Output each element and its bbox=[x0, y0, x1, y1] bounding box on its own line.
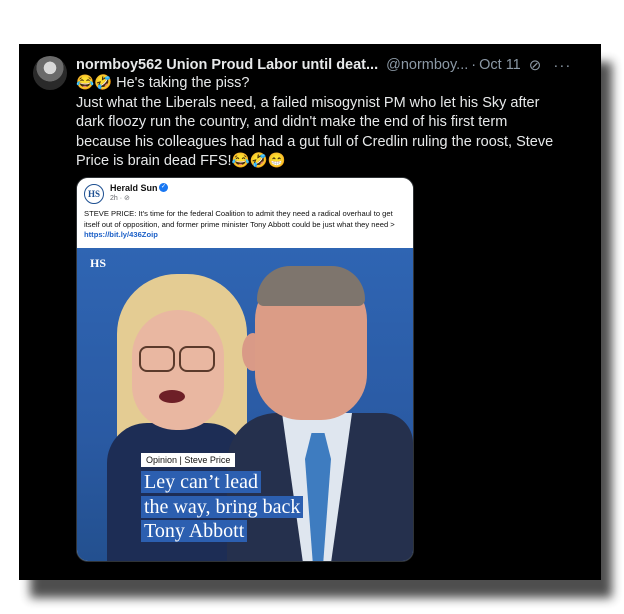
handle[interactable]: @normboy... bbox=[386, 57, 468, 73]
tweet-line: Just what the Liberals need, a failed mi… bbox=[76, 94, 540, 111]
headline-line: the way, bring back bbox=[141, 495, 304, 518]
headline-line: Ley can’t lead bbox=[141, 471, 262, 493]
separator: · bbox=[471, 57, 477, 73]
verified-icon: ✓ bbox=[159, 183, 168, 192]
avatar[interactable] bbox=[33, 56, 67, 90]
post-meta: 2h · ⊘ bbox=[110, 195, 130, 202]
article-photo: HS Opinion | Steve Price Ley can’t lead … bbox=[77, 248, 413, 561]
grok-icon[interactable]: ⊘ bbox=[529, 56, 542, 74]
opinion-tag: Opinion | Steve Price bbox=[141, 453, 236, 467]
embedded-post-text: STEVE PRICE: It's time for the federal C… bbox=[84, 209, 406, 241]
herald-sun-logo: HS bbox=[84, 184, 104, 204]
post-date[interactable]: Oct 11 bbox=[479, 57, 521, 73]
tweet-line: because his colleagues had had a gut ful… bbox=[76, 133, 554, 150]
tweet[interactable]: normboy562 Union Proud Labor until deat.… bbox=[19, 44, 601, 580]
headline-line: Tony Abbott bbox=[141, 520, 248, 542]
glasses-right bbox=[179, 346, 215, 372]
headline: Ley can’t lead the way, bring back Tony … bbox=[141, 470, 391, 544]
tweet-line: Price is brain dead FFS!😂🤣😁 bbox=[76, 153, 286, 169]
tweet-text: 😂🤣 He's taking the piss? Just what the L… bbox=[76, 74, 588, 172]
post-link[interactable]: https://bit.ly/436Zoip bbox=[84, 230, 158, 239]
more-icon[interactable]: ··· bbox=[553, 57, 571, 74]
tweet-header: normboy562 Union Proud Labor until deat.… bbox=[76, 55, 588, 75]
embedded-post-header: HS Herald Sun ✓ 2h · ⊘ STEVE PRICE: It's… bbox=[77, 178, 413, 248]
display-name[interactable]: normboy562 Union Proud Labor until deat.… bbox=[76, 57, 378, 73]
tweet-line: 😂🤣 He's taking the piss? bbox=[76, 75, 250, 91]
man-hair bbox=[257, 266, 365, 306]
woman-mouth bbox=[159, 390, 185, 403]
glasses-left bbox=[139, 346, 175, 372]
photo-logo: HS bbox=[90, 256, 107, 270]
publisher-name: Herald Sun bbox=[110, 183, 158, 193]
tweet-line: dark floozy run the country, and didn't … bbox=[76, 114, 508, 130]
embedded-post-image[interactable]: HS Herald Sun ✓ 2h · ⊘ STEVE PRICE: It's… bbox=[76, 177, 414, 562]
post-body: STEVE PRICE: It's time for the federal C… bbox=[84, 209, 395, 229]
